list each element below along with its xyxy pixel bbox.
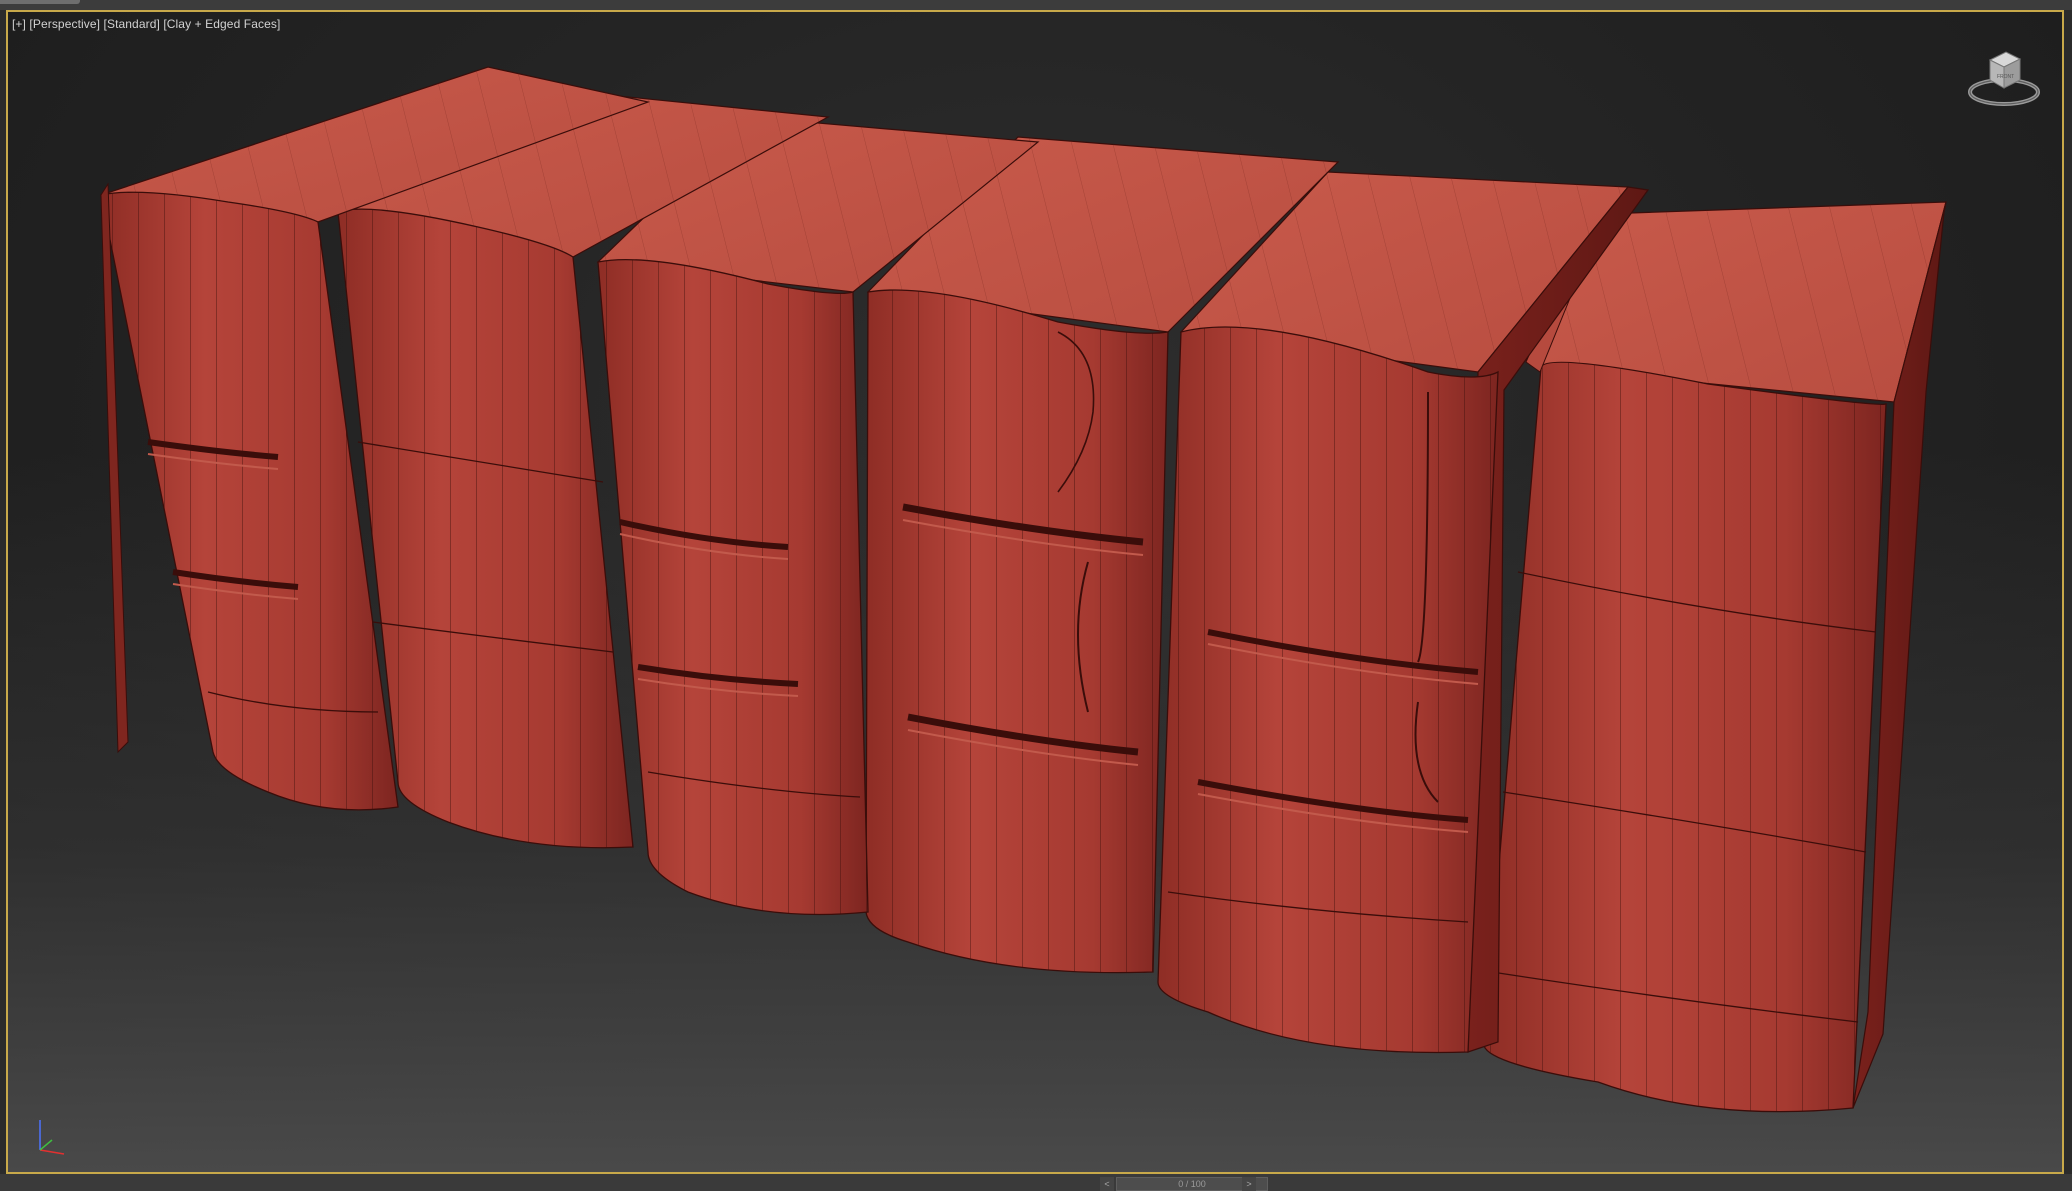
viewport-menu-plus[interactable]: [+] [12,17,26,31]
viewcube-icon[interactable]: FRONT [1964,42,2044,114]
perspective-viewport[interactable]: [+] [Perspective] [Standard] [Clay + Edg… [6,10,2064,1174]
top-menu-strip [0,0,2072,10]
book-6[interactable] [1483,201,1947,1113]
viewport-menu-shading[interactable]: [Clay + Edged Faces] [163,17,280,31]
active-tab-indicator[interactable] [0,0,80,4]
viewcube-face-label: FRONT [1997,74,2014,80]
viewport-label[interactable]: [+] [Perspective] [Standard] [Clay + Edg… [12,17,280,31]
viewport-menu-standard[interactable]: [Standard] [104,17,160,31]
prev-frame-button[interactable]: < [1100,1177,1114,1191]
book-row-model[interactable] [8,12,2062,1172]
timeline-bar: < 0 / 100 > [0,1174,2072,1191]
axis-tripod-icon [39,1120,65,1155]
next-frame-button[interactable]: > [1242,1177,1256,1191]
viewport-menu-perspective[interactable]: [Perspective] [29,17,100,31]
